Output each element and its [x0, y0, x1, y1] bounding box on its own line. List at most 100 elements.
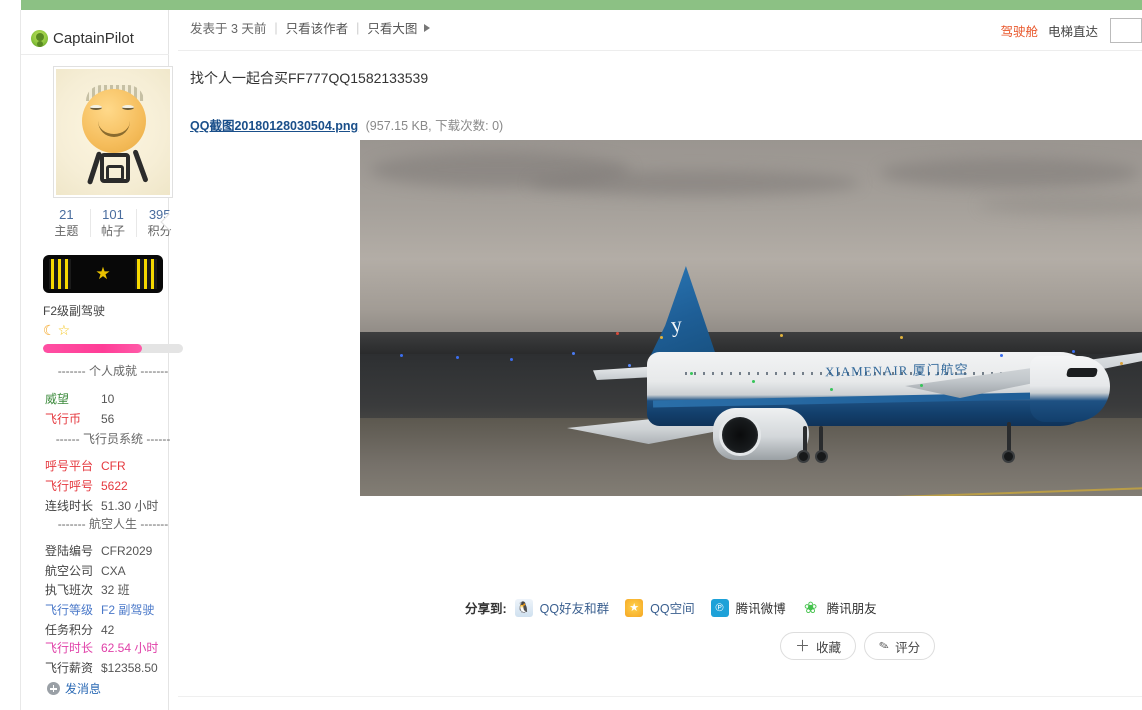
post-screenshot-image[interactable]: y XIAMENAIR 厦门航空 — [360, 140, 1142, 496]
aircraft-cockpit-window — [1066, 368, 1098, 377]
large-image-only-link[interactable]: 只看大图 — [367, 18, 417, 37]
attachment-details: (957.15 KB, 下载次数: 0) — [365, 119, 504, 133]
medal-row: ☾☆ — [43, 322, 72, 339]
stat-posts-value: 101 — [102, 207, 124, 222]
row-flight-hours: 飞行时长 62.54 小时 — [45, 639, 187, 656]
share-bar: 分享到: 🐧 QQ好友和群 ★ QQ空间 ℗ 腾讯微博 ❀ 腾讯朋友 — [465, 598, 893, 617]
row-airline-key: 航空公司 — [45, 564, 94, 578]
forum-post-page: CaptainPilot 21 主题 101 帖子 395 积分 ★ F2级副驾… — [0, 0, 1142, 710]
row-salary-value: $12358.50 — [101, 661, 158, 675]
share-label: 分享到: — [465, 602, 507, 616]
aircraft-wheel-nose — [1002, 450, 1015, 463]
runway-light-3 — [900, 336, 903, 339]
row-callsign-platform-value: CFR — [101, 459, 126, 473]
aircraft-wheel-2 — [815, 450, 828, 463]
aircraft-nose — [1030, 356, 1110, 422]
rate-button-label: 评分 — [895, 640, 921, 655]
meta-sep-2: | — [356, 20, 360, 35]
meta-divider — [178, 50, 1142, 51]
user-sidebar: CaptainPilot 21 主题 101 帖子 395 积分 ★ F2级副驾… — [21, 10, 183, 710]
row-salary-key: 飞行薪资 — [45, 661, 94, 675]
apron-light-5 — [628, 364, 631, 367]
stat-threads-value: 21 — [59, 207, 74, 222]
section-header-aviation-life: ------- 航空人生 ------- — [57, 517, 169, 531]
apron-light-8 — [830, 388, 833, 391]
share-qzone[interactable]: ★ QQ空间 — [625, 598, 695, 617]
row-flight-hours-value: 62.54 小时 — [101, 641, 159, 655]
rank-stripes-right — [135, 259, 157, 289]
avatar-image — [56, 69, 170, 195]
top-right-controls: 驾驶舱 电梯直达 — [1000, 18, 1142, 43]
pencil-icon: ✎ — [877, 637, 891, 655]
row-airline-value: CXA — [101, 564, 126, 578]
attachment-row: QQ截图20180128030504.png (957.15 KB, 下载次数:… — [190, 115, 503, 134]
bottom-divider — [178, 696, 1142, 697]
stat-posts[interactable]: 101 帖子 — [89, 206, 137, 244]
share-qq[interactable]: 🐧 QQ好友和群 — [514, 598, 610, 617]
apron-light-12 — [1120, 362, 1123, 365]
level-progress-bar — [43, 344, 183, 353]
top-green-bar — [0, 0, 1142, 10]
share-qq-label: QQ好友和群 — [539, 602, 610, 616]
user-stats: 21 主题 101 帖子 395 积分 — [43, 206, 183, 244]
share-weibo-label: 腾讯微博 — [735, 602, 786, 616]
post-action-buttons: ＋ 收藏 ✎ 评分 — [780, 632, 936, 660]
favorite-button[interactable]: ＋ 收藏 — [780, 632, 857, 660]
post-meta-bar: 发表于 3 天前 | 只看该作者 | 只看大图 — [190, 18, 431, 37]
favorite-button-label: 收藏 — [816, 640, 842, 655]
row-mission-points-value: 42 — [101, 623, 115, 637]
row-flightcoin: 飞行币 56 — [45, 410, 187, 427]
send-message-button[interactable]: 发消息 — [47, 680, 101, 697]
attachment-filename-link[interactable]: QQ截图20180128030504.png — [190, 119, 358, 133]
row-flight-callsign-value: 5622 — [101, 479, 128, 493]
username-label[interactable]: CaptainPilot — [53, 30, 134, 47]
row-mission-points-key: 任务积分 — [45, 623, 94, 637]
post-time: 发表于 3 天前 — [190, 22, 267, 36]
cockpit-link[interactable]: 驾驶舱 — [1000, 21, 1038, 40]
avatar[interactable] — [53, 66, 173, 198]
plus-circle-icon — [47, 682, 60, 695]
row-online-duration: 连线时长 51.30 小时 — [45, 497, 187, 514]
row-flight-callsign: 飞行呼号 5622 — [45, 477, 187, 494]
row-flights-operated-value: 32 班 — [101, 583, 130, 597]
tencent-weibo-icon: ℗ — [710, 598, 729, 617]
stat-threads[interactable]: 21 主题 — [43, 206, 90, 244]
rank-star-icon: ★ — [95, 264, 111, 283]
row-reputation-value: 10 — [101, 392, 115, 406]
username-row[interactable]: CaptainPilot — [21, 23, 169, 53]
runway-light-1 — [660, 336, 663, 339]
row-flight-rank: 飞行等级 F2 副驾驶 — [45, 601, 187, 618]
jump-page-input[interactable] — [1110, 18, 1142, 43]
share-tencent-weibo[interactable]: ℗ 腾讯微博 — [710, 598, 786, 617]
level-progress-fill — [43, 344, 143, 353]
row-login-id-key: 登陆编号 — [45, 544, 94, 558]
share-pengyou[interactable]: ❀ 腾讯朋友 — [801, 598, 877, 617]
aircraft-boeing-777: y XIAMENAIR 厦门航空 — [567, 260, 1142, 480]
row-flights-operated-key: 执飞班次 — [45, 583, 94, 597]
author-only-link[interactable]: 只看该作者 — [286, 18, 349, 37]
apron-light-11 — [1072, 350, 1075, 353]
elevator-jump-link[interactable]: 电梯直达 — [1048, 21, 1098, 40]
runway-light-2 — [780, 334, 783, 337]
rate-button[interactable]: ✎ 评分 — [864, 632, 936, 660]
apron-light-2 — [456, 356, 459, 359]
cloud-3 — [880, 158, 1140, 188]
row-mission-points: 任务积分 42 — [45, 621, 187, 638]
cloud-2 — [530, 170, 860, 196]
rank-stripes-left — [49, 259, 71, 289]
caret-right-icon[interactable] — [424, 23, 431, 32]
runway-light-4 — [616, 332, 619, 335]
apron-light-6 — [690, 372, 693, 375]
row-salary: 飞行薪资 $12358.50 — [45, 659, 187, 676]
share-pengyou-label: 腾讯朋友 — [826, 602, 877, 616]
aircraft-main-gear-strut-1 — [803, 426, 807, 452]
row-flight-rank-key: 飞行等级 — [45, 603, 94, 617]
qzone-icon: ★ — [625, 598, 644, 617]
stat-posts-label: 帖子 — [101, 224, 126, 238]
topbar-left-gap — [0, 0, 21, 10]
row-airline: 航空公司 CXA — [45, 562, 187, 579]
row-login-id: 登陆编号 CFR2029 — [45, 542, 187, 559]
apron-light-10 — [1000, 354, 1003, 357]
row-callsign-platform: 呼号平台 CFR — [45, 457, 187, 474]
apron-light-1 — [400, 354, 403, 357]
